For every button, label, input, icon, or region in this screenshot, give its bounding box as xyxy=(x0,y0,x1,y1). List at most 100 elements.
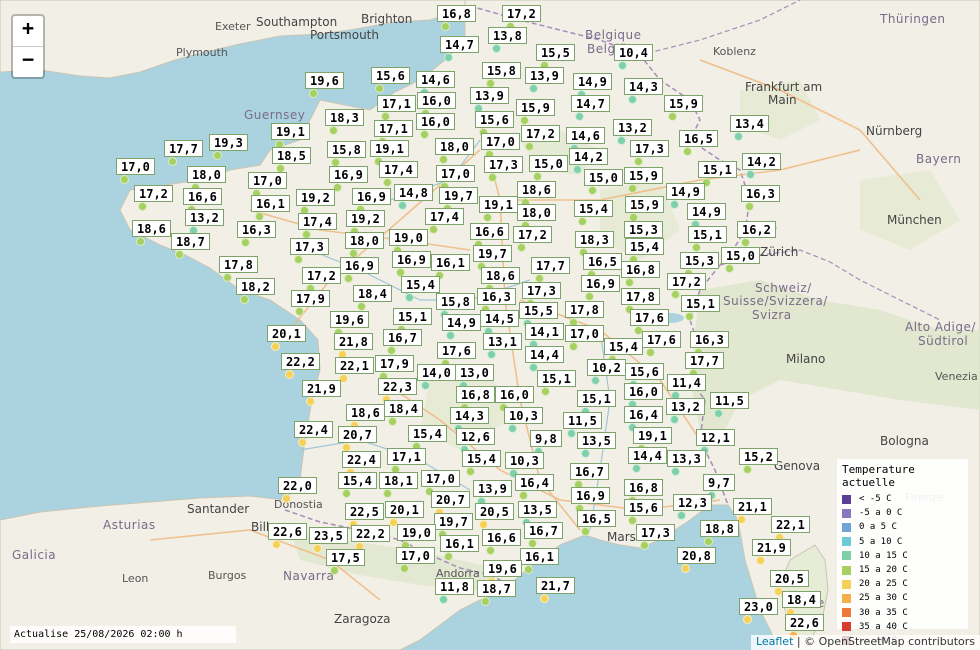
map-container[interactable]: Exeter Southampton Brighton Plymouth Portsmo… xyxy=(0,0,980,650)
temperature-label[interactable]: 14,9 xyxy=(573,73,612,90)
station-marker[interactable] xyxy=(441,22,450,31)
temperature-label[interactable]: 18,6 xyxy=(346,404,385,421)
temperature-label[interactable]: 10,2 xyxy=(587,359,626,376)
temperature-label[interactable]: 17,9 xyxy=(375,355,414,372)
station-marker[interactable] xyxy=(342,489,351,498)
temperature-label[interactable]: 13,8 xyxy=(488,27,527,44)
temperature-label[interactable]: 19,6 xyxy=(305,72,344,89)
temperature-label[interactable]: 15,4 xyxy=(574,200,613,217)
temperature-label[interactable]: 15,4 xyxy=(338,472,377,489)
temperature-label[interactable]: 16,8 xyxy=(621,261,660,278)
station-marker[interactable] xyxy=(578,217,587,226)
temperature-label[interactable]: 21,8 xyxy=(334,333,373,350)
station-marker[interactable] xyxy=(136,237,145,246)
station-marker[interactable] xyxy=(585,292,594,301)
temperature-label[interactable]: 17,3 xyxy=(636,524,675,541)
station-marker[interactable] xyxy=(344,274,353,283)
temperature-label[interactable]: 13,3 xyxy=(667,450,706,467)
temperature-label[interactable]: 16,9 xyxy=(571,487,610,504)
station-marker[interactable] xyxy=(529,84,538,93)
temperature-label[interactable]: 17,2 xyxy=(513,226,552,243)
temperature-label[interactable]: 15,0 xyxy=(584,169,623,186)
temperature-label[interactable]: 22,6 xyxy=(785,614,824,631)
temperature-label[interactable]: 17,0 xyxy=(396,547,435,564)
temperature-label[interactable]: 15,9 xyxy=(516,99,555,116)
temperature-label[interactable]: 17,0 xyxy=(116,158,155,175)
temperature-label[interactable]: 17,5 xyxy=(326,549,365,566)
temperature-label[interactable]: 15,1 xyxy=(688,226,727,243)
temperature-label[interactable]: 15,9 xyxy=(664,95,703,112)
temperature-label[interactable]: 14,6 xyxy=(566,127,605,144)
station-marker[interactable] xyxy=(492,44,501,53)
temperature-label[interactable]: 14,9 xyxy=(666,183,705,200)
temperature-label[interactable]: 16,4 xyxy=(624,406,663,423)
station-marker[interactable] xyxy=(632,464,641,473)
station-marker[interactable] xyxy=(213,151,222,160)
temperature-label[interactable]: 15,6 xyxy=(624,499,663,516)
station-marker[interactable] xyxy=(421,381,430,390)
temperature-label[interactable]: 11,8 xyxy=(435,578,474,595)
temperature-label[interactable]: 17,2 xyxy=(302,267,341,284)
temperature-label[interactable]: 16,4 xyxy=(515,474,554,491)
temperature-label[interactable]: 17,8 xyxy=(565,301,604,318)
temperature-label[interactable]: 16,0 xyxy=(624,383,663,400)
temperature-label[interactable]: 19,6 xyxy=(330,311,369,328)
temperature-label[interactable]: 16,8 xyxy=(437,5,476,22)
station-marker[interactable] xyxy=(617,136,626,145)
temperature-label[interactable]: 16,1 xyxy=(431,254,470,271)
temperature-label[interactable]: 19,0 xyxy=(397,524,436,541)
station-marker[interactable] xyxy=(486,546,495,555)
station-marker[interactable] xyxy=(668,112,677,121)
temperature-label[interactable]: 19,6 xyxy=(483,560,522,577)
station-marker[interactable] xyxy=(383,489,392,498)
temperature-label[interactable]: 18,4 xyxy=(782,591,821,608)
temperature-label[interactable]: 20,8 xyxy=(677,547,716,564)
temperature-label[interactable]: 15,0 xyxy=(529,155,568,172)
temperature-label[interactable]: 22,3 xyxy=(378,378,417,395)
temperature-label[interactable]: 21,7 xyxy=(536,577,575,594)
temperature-label[interactable]: 12,1 xyxy=(696,429,735,446)
station-marker[interactable] xyxy=(640,541,649,550)
station-marker[interactable] xyxy=(330,566,339,575)
zoom-in-button[interactable]: + xyxy=(13,16,43,46)
temperature-label[interactable]: 11,4 xyxy=(667,374,706,391)
station-marker[interactable] xyxy=(628,184,637,193)
temperature-label[interactable]: 18,6 xyxy=(517,181,556,198)
temperature-label[interactable]: 17,6 xyxy=(642,331,681,348)
temperature-label[interactable]: 17,2 xyxy=(134,185,173,202)
temperature-label[interactable]: 17,4 xyxy=(425,208,464,225)
temperature-label[interactable]: 16,5 xyxy=(679,130,718,147)
temperature-label[interactable]: 15,8 xyxy=(327,141,366,158)
station-marker[interactable] xyxy=(479,520,488,529)
temperature-label[interactable]: 20,1 xyxy=(267,325,306,342)
temperature-label[interactable]: 17,9 xyxy=(291,290,330,307)
temperature-label[interactable]: 14,3 xyxy=(450,407,489,424)
temperature-label[interactable]: 20,5 xyxy=(475,503,514,520)
station-marker[interactable] xyxy=(541,387,550,396)
temperature-label[interactable]: 15,8 xyxy=(436,293,475,310)
temperature-label[interactable]: 17,7 xyxy=(164,140,203,157)
station-marker[interactable] xyxy=(295,307,304,316)
temperature-label[interactable]: 18,0 xyxy=(187,166,226,183)
temperature-label[interactable]: 17,2 xyxy=(521,125,560,142)
station-marker[interactable] xyxy=(309,89,318,98)
temperature-label[interactable]: 16,6 xyxy=(183,188,222,205)
temperature-label[interactable]: 15,9 xyxy=(624,167,663,184)
temperature-label[interactable]: 18,8 xyxy=(700,520,739,537)
station-marker[interactable] xyxy=(525,142,534,151)
temperature-label[interactable]: 17,4 xyxy=(379,161,418,178)
station-marker[interactable] xyxy=(138,202,147,211)
temperature-label[interactable]: 16,6 xyxy=(470,223,509,240)
station-marker[interactable] xyxy=(567,429,576,438)
temperature-label[interactable]: 22,2 xyxy=(281,353,320,370)
temperature-label[interactable]: 18,4 xyxy=(384,400,423,417)
temperature-label[interactable]: 15,0 xyxy=(721,247,760,264)
temperature-label[interactable]: 15,5 xyxy=(536,44,575,61)
temperature-label[interactable]: 14,9 xyxy=(687,203,726,220)
temperature-label[interactable]: 15,1 xyxy=(393,308,432,325)
station-marker[interactable] xyxy=(517,243,526,252)
temperature-label[interactable]: 15,6 xyxy=(625,363,664,380)
temperature-label[interactable]: 16,5 xyxy=(577,510,616,527)
temperature-label[interactable]: 18,4 xyxy=(353,285,392,302)
temperature-label[interactable]: 15,2 xyxy=(739,448,778,465)
